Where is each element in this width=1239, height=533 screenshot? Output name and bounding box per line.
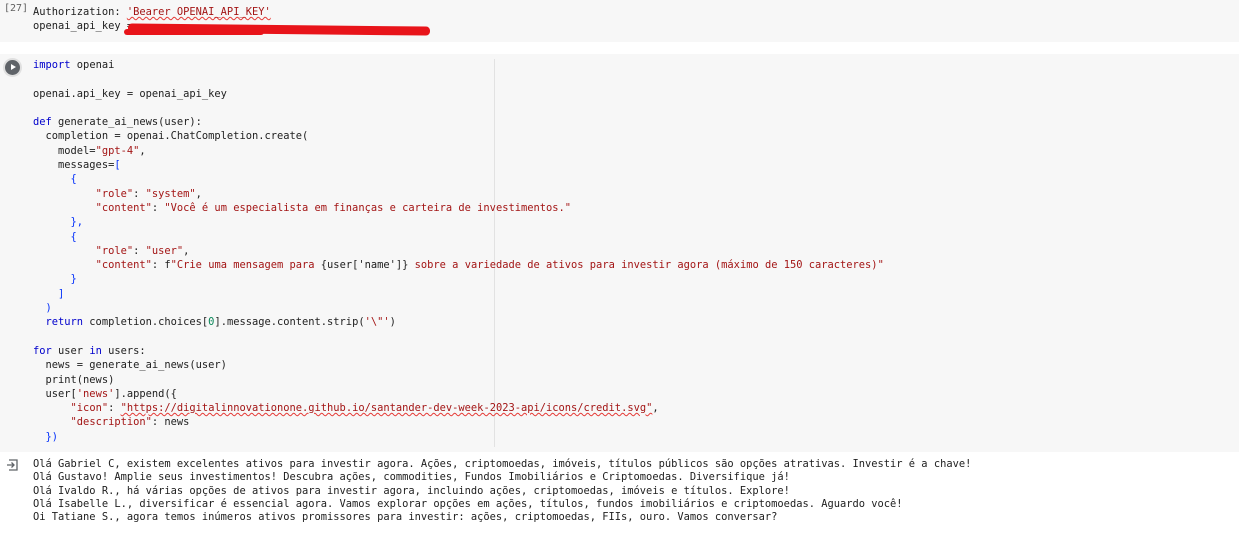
code-line: } bbox=[33, 273, 77, 286]
code-line: print(news) bbox=[33, 373, 115, 386]
code-line: }, bbox=[33, 216, 84, 229]
code-editor-2[interactable]: import openai openai.api_key = openai_ap… bbox=[33, 58, 884, 444]
output-icon[interactable] bbox=[6, 458, 20, 472]
code-line: news = generate_ai_news(user) bbox=[33, 359, 227, 372]
code-line: completion = openai.ChatCompletion.creat… bbox=[33, 130, 309, 143]
code-cell-2[interactable]: import openai openai.api_key = openai_ap… bbox=[0, 54, 1239, 452]
code-line: ] bbox=[33, 287, 65, 300]
run-cell-icon[interactable] bbox=[5, 60, 20, 75]
code-line: openai.api_key = openai_api_key bbox=[33, 87, 227, 100]
code-line: return completion.choices[0].message.con… bbox=[33, 316, 396, 329]
code-line: messages=[ bbox=[33, 159, 121, 172]
cell-output: Olá Gabriel C, existem excelentes ativos… bbox=[33, 458, 971, 524]
code-line: "icon": "https://digitalinnovationone.gi… bbox=[70, 402, 659, 415]
code-line: ) bbox=[33, 302, 52, 315]
code-line: }) bbox=[33, 430, 59, 443]
code-line: "content": "Você é um especialista em fi… bbox=[95, 201, 572, 214]
code-line: { bbox=[33, 230, 77, 243]
code-line: "role": "system", bbox=[95, 187, 202, 200]
code-line: Authorization: 'Bearer OPENAI_API_KEY' bbox=[33, 6, 271, 18]
output-line: Oi Tatiane S., agora temos inúmeros ativ… bbox=[33, 511, 778, 524]
code-line: model="gpt-4", bbox=[33, 144, 146, 157]
code-line: "role": "user", bbox=[95, 244, 190, 257]
code-line: import openai bbox=[33, 59, 115, 71]
output-line: Olá Gabriel C, existem excelentes ativos… bbox=[33, 458, 972, 470]
redaction-mark bbox=[124, 29, 264, 35]
code-line: user['news'].append({ bbox=[33, 387, 177, 400]
code-line: for user in users: bbox=[33, 344, 146, 357]
output-line: Olá Gustavo! Amplie seus investimentos! … bbox=[33, 471, 790, 484]
code-line: "content": f"Crie uma mensagem para {use… bbox=[95, 259, 884, 272]
code-line: def generate_ai_news(user): bbox=[33, 116, 202, 129]
code-line: "description": news bbox=[70, 416, 190, 429]
output-line: Olá Ivaldo R., há várias opções de ativo… bbox=[33, 484, 790, 497]
code-line: { bbox=[33, 173, 77, 186]
output-line: Olá Isabelle L., diversificar é essencia… bbox=[33, 497, 903, 510]
execution-count: [27] bbox=[4, 3, 29, 14]
code-cell-1[interactable]: [27] Authorization: 'Bearer OPENAI_API_K… bbox=[0, 0, 1239, 42]
